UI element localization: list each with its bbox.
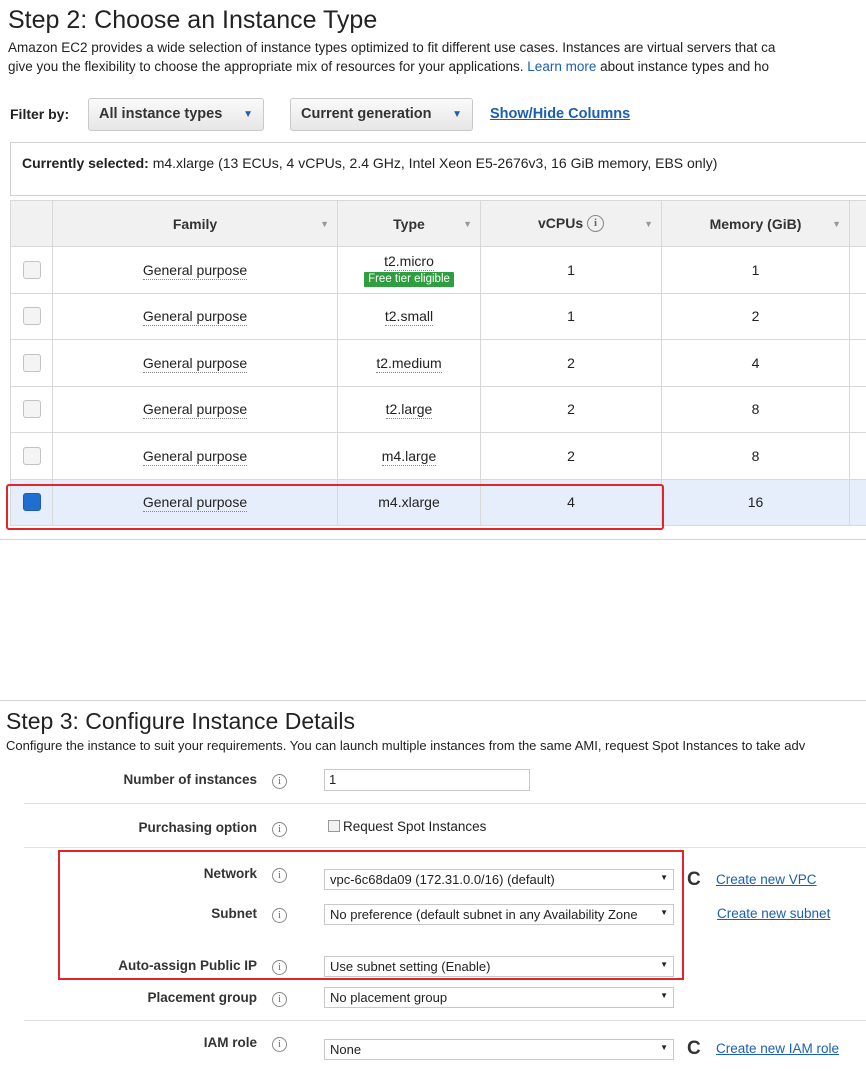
vcpus-cell: 1 [480, 246, 662, 294]
row-select-checkbox[interactable] [22, 400, 41, 419]
select-column-header [10, 200, 53, 247]
instance-type-filter-dropdown[interactable]: All instance types ▼ [88, 98, 264, 131]
step3-description: Configure the instance to suit your requ… [6, 738, 806, 753]
overflow-column-header [849, 200, 866, 247]
divider [24, 847, 866, 848]
row-select-checkbox[interactable] [22, 307, 41, 326]
table-row[interactable]: General purpose t2.small 1 2 [10, 292, 866, 340]
request-spot-instances-checkbox[interactable] [328, 820, 340, 832]
vcpus-cell: 2 [480, 385, 662, 433]
refresh-iam-icon[interactable]: C [687, 1039, 701, 1058]
sort-icon: ▼ [832, 219, 841, 229]
step2-description-line1: Amazon EC2 provides a wide selection of … [8, 40, 776, 55]
memory-cell: 8 [661, 385, 850, 433]
instance-type-table: Family ▼ Type ▼ vCPUs i ▼ Memory (GiB) ▼ Gen… [10, 200, 866, 526]
family-cell: General purpose [142, 354, 248, 373]
step3-title: Step 3: Configure Instance Details [6, 708, 356, 734]
currently-selected-box: Currently selected: m4.xlarge (13 ECUs, … [10, 142, 866, 196]
table-row[interactable]: General purpose t2.medium 2 4 [10, 339, 866, 387]
family-cell: General purpose [142, 261, 248, 280]
type-column-header[interactable]: Type ▼ [337, 200, 481, 247]
divider [24, 1020, 866, 1021]
number-of-instances-label: Number of instances [123, 772, 257, 787]
step2-panel: Step 2: Choose an Instance Type Amazon E… [0, 0, 866, 540]
table-header-row: Family ▼ Type ▼ vCPUs i ▼ Memory (GiB) ▼ [10, 200, 866, 247]
info-icon[interactable]: i [587, 215, 605, 233]
divider [24, 803, 866, 804]
refresh-network-icon[interactable]: C [687, 870, 701, 889]
info-icon[interactable]: i [272, 774, 287, 790]
info-icon[interactable]: i [272, 822, 287, 838]
step2-description-line2: give you the flexibility to choose the a… [8, 59, 769, 74]
free-tier-badge: Free tier eligible [364, 271, 454, 287]
placement-group-value: No placement group [330, 990, 448, 1005]
currently-selected-value: m4.xlarge (13 ECUs, 4 vCPUs, 2.4 GHz, In… [152, 155, 718, 171]
family-header-label: Family [172, 215, 218, 232]
table-row[interactable]: General purpose t2.micro Free tier eligib… [10, 246, 866, 294]
family-cell: General purpose [142, 401, 248, 420]
step3-panel: Step 3: Configure Instance Details Confi… [0, 700, 866, 1071]
show-hide-columns-link[interactable]: Show/Hide Columns [490, 106, 630, 122]
vcpus-cell: 2 [480, 432, 662, 480]
family-cell: General purpose [142, 447, 248, 466]
vcpus-column-header[interactable]: vCPUs i ▼ [480, 200, 662, 247]
memory-header-label: Memory (GiB) [709, 215, 802, 232]
chevron-down-icon: ▼ [452, 109, 462, 120]
learn-more-link[interactable]: Learn more [527, 59, 596, 74]
table-row[interactable]: General purpose m4.large 2 8 [10, 432, 866, 480]
purchasing-option-label: Purchasing option [138, 820, 257, 835]
row-select-checkbox[interactable] [22, 446, 41, 465]
memory-cell: 1 [661, 246, 850, 294]
filter-label: Filter by: [10, 106, 70, 122]
create-new-iam-role-link[interactable]: Create new IAM role [716, 1041, 839, 1056]
instance-type-filter-value: All instance types [99, 106, 223, 122]
request-spot-instances-option[interactable]: Request Spot Instances [328, 819, 486, 834]
sort-icon: ▼ [320, 219, 329, 229]
highlight-box [58, 850, 684, 980]
type-cell: t2.large [385, 401, 433, 420]
info-icon[interactable]: i [272, 1037, 287, 1053]
memory-cell: 2 [661, 292, 850, 340]
type-header-label: Type [393, 215, 425, 232]
table-row[interactable]: General purpose t2.large 2 8 [10, 385, 866, 433]
placement-group-label: Placement group [147, 990, 257, 1005]
generation-filter-dropdown[interactable]: Current generation ▼ [290, 98, 473, 131]
currently-selected-label: Currently selected: [22, 155, 149, 171]
row-select-checkbox[interactable] [22, 260, 41, 279]
request-spot-instances-label: Request Spot Instances [343, 819, 487, 834]
family-column-header[interactable]: Family ▼ [52, 200, 338, 247]
sort-icon: ▼ [463, 219, 472, 229]
number-of-instances-value: 1 [329, 772, 337, 787]
memory-cell: 16 [661, 478, 850, 526]
create-new-subnet-link[interactable]: Create new subnet [717, 906, 830, 921]
type-cell: t2.medium [376, 354, 442, 373]
create-new-vpc-link[interactable]: Create new VPC [716, 872, 817, 887]
step2-description-post: about instance types and ho [600, 59, 769, 74]
memory-column-header[interactable]: Memory (GiB) ▼ [661, 200, 850, 247]
type-cell: t2.micro [384, 252, 434, 271]
vcpus-cell: 1 [480, 292, 662, 340]
vcpus-cell: 2 [480, 339, 662, 387]
family-cell: General purpose [142, 308, 248, 327]
memory-cell: 4 [661, 339, 850, 387]
chevron-down-icon: ▼ [660, 991, 668, 1000]
iam-role-select[interactable]: None ▼ [324, 1039, 674, 1060]
chevron-down-icon: ▼ [660, 1043, 668, 1052]
info-icon[interactable]: i [272, 992, 287, 1008]
generation-filter-value: Current generation [301, 106, 432, 122]
step2-description-pre: give you the flexibility to choose the a… [8, 59, 524, 74]
step2-title: Step 2: Choose an Instance Type [8, 6, 378, 34]
placement-group-select[interactable]: No placement group ▼ [324, 987, 674, 1008]
vcpus-header-label: vCPUs [537, 214, 584, 231]
type-cell: m4.large [381, 447, 437, 466]
sort-icon: ▼ [644, 219, 653, 229]
number-of-instances-input[interactable]: 1 [324, 769, 530, 791]
type-cell: t2.small [384, 308, 434, 327]
highlight-box [6, 484, 664, 530]
iam-role-label: IAM role [203, 1035, 257, 1050]
iam-role-value: None [330, 1042, 362, 1057]
memory-cell: 8 [661, 432, 850, 480]
row-select-checkbox[interactable] [22, 353, 41, 372]
chevron-down-icon: ▼ [243, 109, 253, 120]
